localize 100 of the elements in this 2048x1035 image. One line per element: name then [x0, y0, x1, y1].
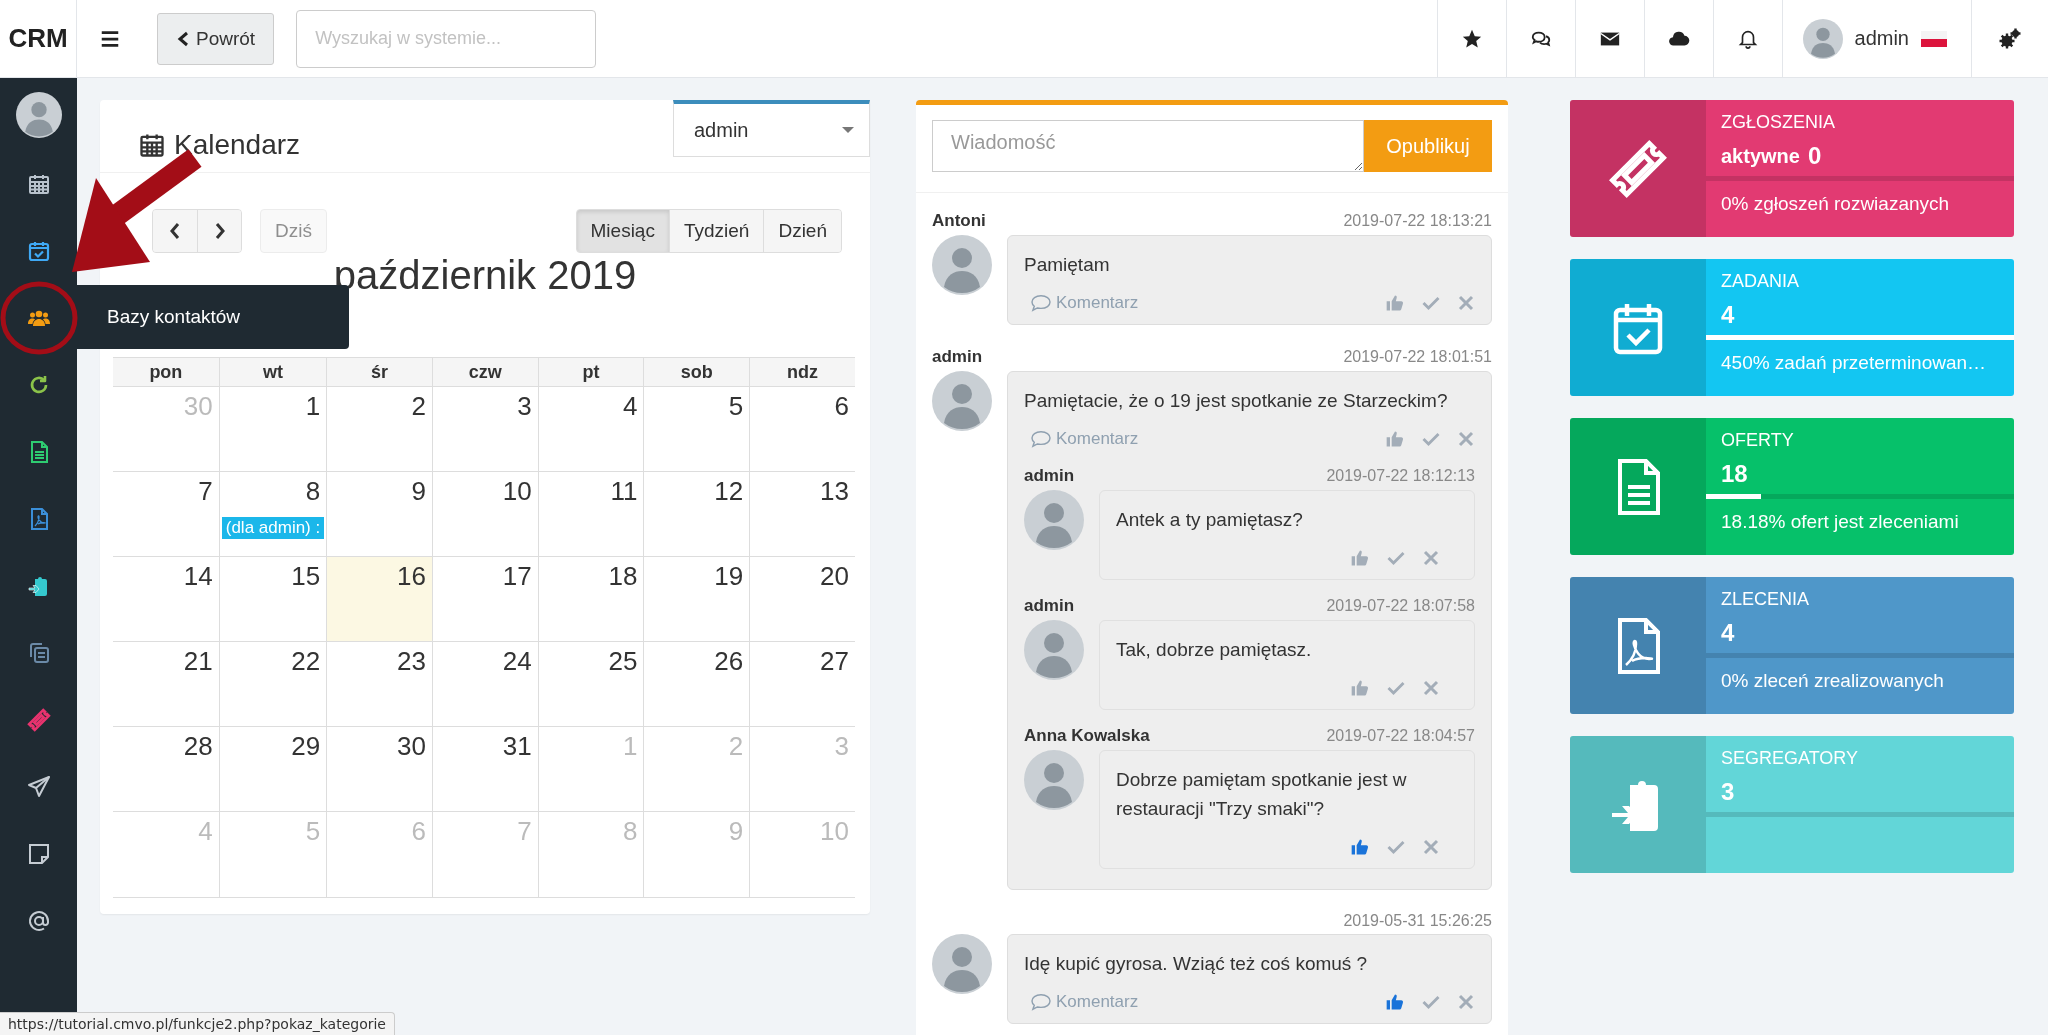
day-number[interactable]: 6	[828, 391, 855, 422]
view-tab[interactable]: Dzień	[763, 210, 841, 252]
day-number[interactable]: 3	[511, 391, 538, 422]
day-number[interactable]: 5	[722, 391, 750, 422]
weekday-header: śr	[326, 357, 432, 387]
post-time: 2019-05-31 15:26:25	[1343, 911, 1492, 930]
day-number[interactable]: 11	[604, 476, 644, 507]
post-time: 2019-07-22 18:04:57	[1326, 727, 1475, 745]
stat-footer: 18.18% ofert jest zleceniami	[1706, 499, 2014, 533]
weekday-header: sob	[643, 357, 750, 387]
day-number[interactable]: 21	[177, 646, 219, 677]
view-tab[interactable]: Miesiąc	[576, 210, 669, 252]
post-time: 2019-07-22 18:07:58	[1326, 597, 1475, 615]
day-number[interactable]: 8	[299, 476, 327, 507]
avatar	[1024, 490, 1084, 550]
poland-flag-icon	[1921, 30, 1947, 47]
status-url: https://tutorial.cmvo.pl/funkcje2.php?pokaz_kategorie	[8, 1016, 386, 1032]
author-name: admin	[1024, 596, 1075, 616]
day-number[interactable]: 15	[285, 561, 327, 592]
message-field[interactable]: Wiadomość	[932, 120, 1364, 172]
day-number[interactable]: 31	[496, 731, 538, 762]
day-number[interactable]: 9	[405, 476, 432, 507]
day-number[interactable]: 24	[496, 646, 538, 677]
day-number[interactable]: 4	[617, 391, 644, 422]
user-name[interactable]: admin	[1854, 27, 1909, 50]
avatar	[1024, 620, 1084, 680]
day-number[interactable]: 12	[708, 476, 750, 507]
user-avatar	[15, 92, 62, 138]
day-number[interactable]: 13	[814, 476, 855, 507]
day-number[interactable]: 10	[496, 476, 538, 507]
day-number[interactable]: 19	[708, 561, 750, 592]
search-field[interactable]: Wyszukaj w systemie...	[296, 9, 597, 68]
stat-title: ZLECENIA	[1720, 589, 1811, 611]
weekday-header: pt	[537, 357, 644, 387]
caret-down-icon	[841, 126, 855, 134]
back-button[interactable]: Powrót	[157, 12, 275, 65]
stat-title: OFERTY	[1720, 430, 1795, 452]
day-number[interactable]: 1	[299, 391, 327, 422]
day-number[interactable]: 17	[496, 561, 538, 592]
avatar	[932, 235, 992, 295]
close-icon	[1422, 837, 1440, 856]
avatar	[932, 371, 992, 431]
user-avatar	[1802, 18, 1843, 59]
day-number[interactable]: 29	[285, 731, 327, 762]
stat-title: ZGŁOSZENIA	[1720, 112, 1837, 134]
day-number[interactable]: 22	[285, 646, 327, 677]
day-number[interactable]: 18	[602, 561, 644, 592]
close-icon	[1422, 549, 1440, 567]
day-number[interactable]: 7	[192, 476, 219, 507]
post-time: 2019-07-22 18:13:21	[1343, 212, 1492, 230]
calendar-title: Kalendarz	[174, 129, 301, 161]
stat-value: 18	[1721, 460, 1748, 488]
day-number[interactable]: 30	[391, 731, 432, 762]
weekday-header: ndz	[749, 357, 855, 387]
stat-title: ZADANIA	[1720, 271, 1800, 293]
weekday-header: czw	[432, 357, 538, 387]
chevron-right-icon	[213, 222, 226, 240]
message-text: Tak, dobrze pamiętasz.	[1116, 638, 1313, 662]
day-number[interactable]: 2	[405, 391, 432, 422]
stat-footer: 0% zgłoszeń rozwiazanych	[1706, 181, 2014, 215]
day-number[interactable]: 25	[602, 646, 644, 677]
day-number[interactable]: 16	[391, 561, 432, 592]
day-number[interactable]: 14	[177, 561, 219, 592]
next-button[interactable]	[197, 210, 241, 252]
author-name: admin	[932, 347, 983, 367]
day-number[interactable]: 23	[391, 646, 432, 677]
app-logo[interactable]: CRM	[0, 0, 77, 77]
stat-value: 3	[1721, 778, 1735, 806]
post-time: 2019-07-22 18:01:51	[1343, 348, 1492, 366]
message-text: Pamiętacie, że o 19 jest spotkanie ze Starzeckim?	[1024, 389, 1449, 413]
comment-icon	[1030, 430, 1052, 448]
close-icon	[1457, 992, 1475, 1011]
message-text: Antek a ty pamiętasz?	[1116, 508, 1304, 532]
avatar	[932, 933, 992, 994]
stat-value: 0	[1807, 142, 1822, 170]
day-number[interactable]: 27	[814, 646, 855, 677]
tooltip: Bazy kontaktów	[77, 285, 349, 349]
close-icon	[1422, 679, 1440, 697]
close-icon	[1457, 294, 1475, 312]
stat-value: 4	[1721, 619, 1735, 647]
stat-value: 4	[1721, 301, 1735, 329]
close-icon	[1457, 430, 1475, 448]
message-text: Idę kupić gyrosa. Wziąć też coś komuś ?	[1024, 951, 1369, 976]
avatar	[1024, 750, 1084, 810]
author-name: admin	[1024, 466, 1075, 486]
weekday-header: pon	[113, 357, 219, 387]
chevron-left-icon	[169, 222, 181, 240]
stat-title: SEGREGATORY	[1720, 748, 1860, 770]
author-name: Antoni	[932, 211, 986, 231]
comment-icon	[1030, 992, 1052, 1011]
day-number[interactable]: 26	[708, 646, 750, 677]
ticket-icon	[1608, 138, 1668, 199]
day-number[interactable]: 20	[814, 561, 855, 592]
stat-footer: 450% zadań przeterminowan…	[1706, 340, 2014, 374]
day-number[interactable]: 28	[177, 731, 219, 762]
chevron-left-icon	[176, 30, 190, 47]
weekday-header: wt	[218, 357, 327, 387]
user-select[interactable]: admin	[673, 100, 870, 157]
stat-label: aktywne	[1721, 144, 1800, 168]
settings-icon	[1998, 26, 2022, 51]
